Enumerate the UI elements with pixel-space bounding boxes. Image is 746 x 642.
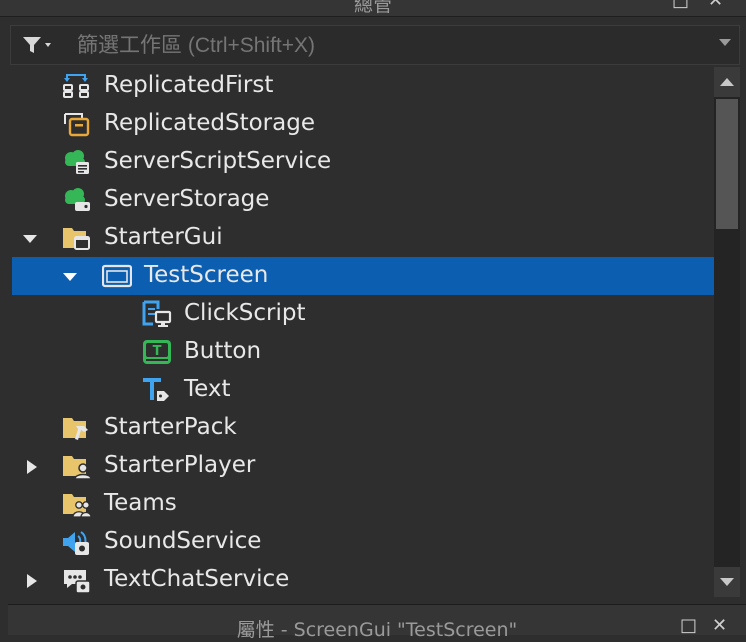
close-panel-button[interactable]: ✕ [708, 0, 723, 11]
tree-item-label: ServerStorage [104, 186, 270, 212]
tree-item[interactable]: StarterGui [12, 219, 714, 257]
filter-bar [10, 25, 740, 66]
tree-item-label: ServerScriptService [104, 148, 332, 174]
vertical-scrollbar[interactable] [714, 67, 740, 597]
server-script-service-icon [62, 148, 92, 176]
teams-icon [62, 490, 92, 518]
tree-item-label: ClickScript [184, 300, 306, 326]
filter-workspace-input[interactable] [75, 26, 699, 66]
sound-service-icon [62, 528, 92, 556]
tree-item-label: ReplicatedStorage [104, 110, 315, 136]
tree-item-label: TextChatService [104, 566, 290, 592]
collapsed-arrow-icon[interactable] [24, 459, 40, 475]
tree-item[interactable]: T Button [12, 333, 714, 371]
float-panel-button[interactable]: □ [680, 615, 697, 636]
tree-item[interactable]: SoundService [12, 523, 714, 561]
tree-item-selected[interactable]: TestScreen [12, 257, 714, 295]
svg-text:T: T [153, 344, 162, 359]
tree-item[interactable]: Text [12, 371, 714, 409]
tree-item-label: StarterGui [104, 224, 223, 250]
tree-item-label: Teams [104, 490, 177, 516]
scroll-thumb[interactable] [716, 99, 738, 229]
tree-item[interactable]: StarterPlayer [12, 447, 714, 485]
tree-item[interactable]: ClickScript [12, 295, 714, 333]
tree-item-label: ReplicatedFirst [104, 72, 274, 98]
tree-item-label: TestScreen [144, 262, 269, 288]
close-panel-button[interactable]: ✕ [712, 615, 727, 636]
tree-item[interactable]: ServerStorage [12, 181, 714, 219]
text-chat-service-icon [62, 566, 92, 594]
tree-item[interactable]: TextChatService [12, 561, 714, 597]
local-script-icon [142, 300, 172, 328]
filter-icon[interactable] [21, 34, 55, 56]
tree-item-label: Text [184, 376, 231, 402]
tree-item[interactable]: ReplicatedStorage [12, 105, 714, 143]
tree-item-label: Button [184, 338, 262, 364]
tree-item-label: StarterPack [104, 414, 237, 440]
tree-item[interactable]: Teams [12, 485, 714, 523]
scroll-down-button[interactable] [714, 567, 740, 597]
text-label-icon [142, 376, 172, 404]
expand-arrow-icon[interactable] [22, 231, 38, 247]
tree-item[interactable]: ReplicatedFirst [12, 67, 714, 105]
tree-item-label: SoundService [104, 528, 262, 554]
collapsed-arrow-icon[interactable] [24, 573, 40, 589]
replicated-first-icon [62, 72, 92, 100]
starter-gui-icon [62, 224, 92, 252]
starter-player-icon [62, 452, 92, 480]
replicated-storage-icon [62, 110, 92, 138]
explorer-panel-header: 總管 □ ✕ [0, 0, 746, 17]
text-button-icon: T [142, 338, 172, 366]
panel-title: 總管 [353, 0, 392, 16]
panel-title: 屬性 - ScreenGui "TestScreen" [236, 619, 518, 641]
tree-item[interactable]: StarterPack [12, 409, 714, 447]
explorer-tree: ReplicatedFirst ReplicatedStorage Server… [12, 67, 714, 597]
expand-arrow-icon[interactable] [62, 269, 78, 285]
scroll-up-button[interactable] [714, 67, 740, 97]
screen-gui-icon [101, 262, 133, 290]
float-panel-button[interactable]: □ [672, 0, 689, 11]
tree-item[interactable]: ServerScriptService [12, 143, 714, 181]
chevron-down-icon[interactable] [719, 39, 731, 46]
properties-panel-header: 屬性 - ScreenGui "TestScreen" □ ✕ [8, 604, 746, 641]
server-storage-icon [62, 186, 92, 214]
starter-pack-icon [62, 414, 92, 442]
tree-item-label: StarterPlayer [104, 452, 256, 478]
